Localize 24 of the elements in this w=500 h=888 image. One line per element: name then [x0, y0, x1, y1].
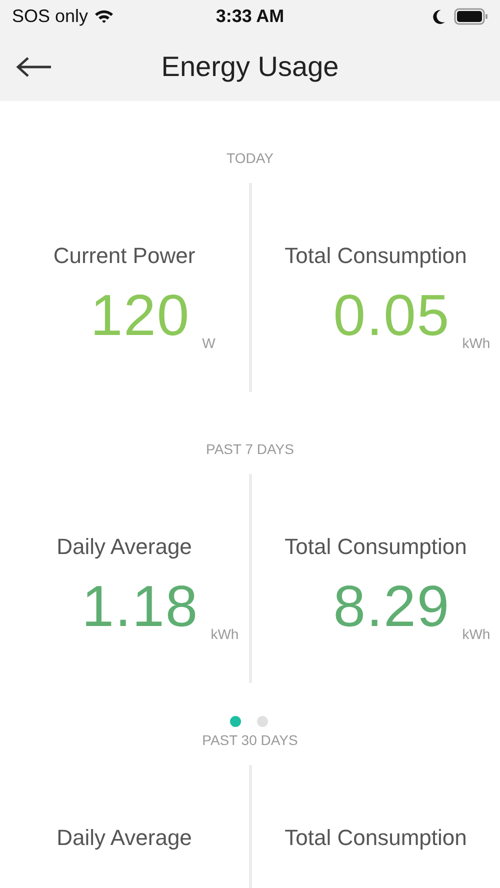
stat-value: 0.05 — [333, 285, 450, 347]
back-arrow-icon — [16, 56, 52, 78]
moon-icon — [432, 8, 446, 24]
stat-value: 120 — [90, 285, 190, 347]
stat-title: Total Consumption — [284, 534, 467, 560]
battery-icon — [454, 8, 488, 25]
period-label: PAST 30 DAYS — [202, 732, 298, 748]
stat-value: 8.29 — [333, 576, 450, 638]
period-label: PAST 7 DAYS — [206, 441, 294, 457]
page-title: Energy Usage — [161, 51, 339, 83]
stat-title: Total Consumption — [284, 243, 467, 269]
stat-value: 1.18 — [82, 576, 199, 638]
stat-title: Daily Average — [56, 534, 192, 560]
status-time: 3:33 AM — [216, 6, 284, 27]
stat-title: Daily Average — [56, 825, 192, 851]
stat-title: Total Consumption — [284, 825, 467, 851]
stat-unit: kWh — [462, 626, 490, 642]
period-label: TODAY — [226, 150, 274, 166]
carrier-text: SOS only — [12, 6, 88, 27]
wifi-icon — [94, 9, 114, 24]
stat-unit: kWh — [462, 335, 490, 351]
stat-unit: kWh — [210, 626, 239, 642]
stat-title: Current Power — [53, 243, 196, 269]
stat-unit: W — [202, 335, 216, 351]
